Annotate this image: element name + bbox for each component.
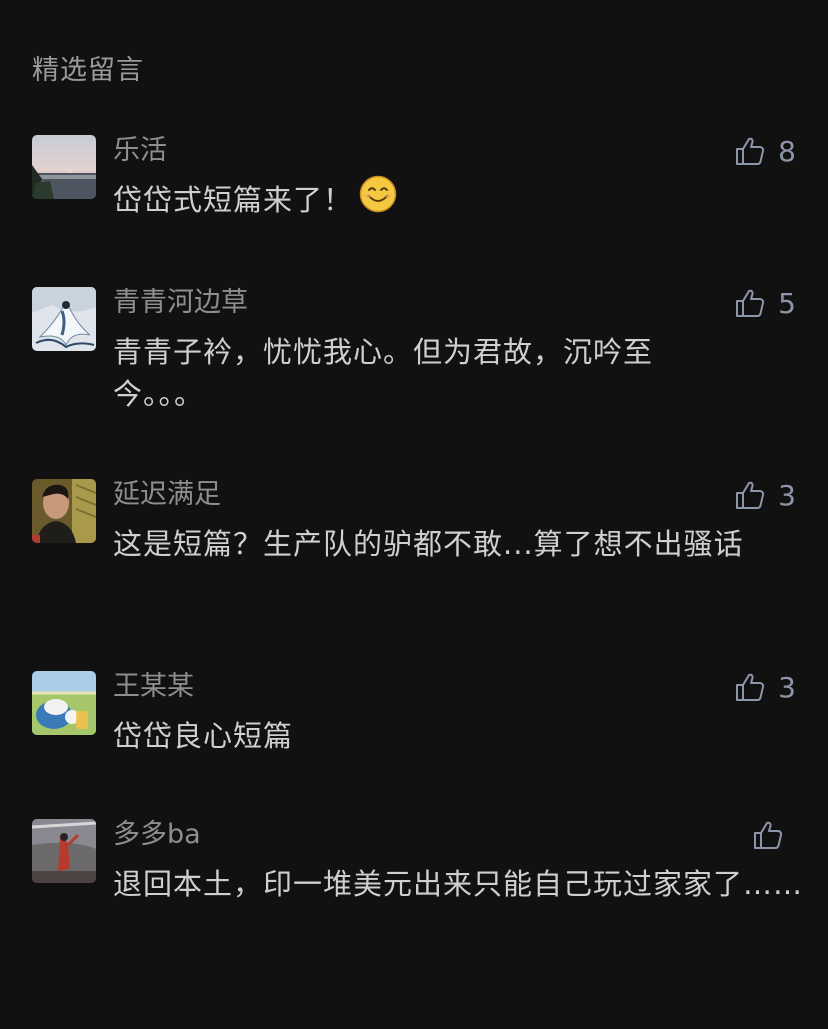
avatar[interactable] bbox=[32, 287, 96, 351]
comment-content: 这是短篇？生产队的驴都不敢...算了想不出骚话 bbox=[113, 527, 744, 561]
like-count: 3 bbox=[778, 670, 796, 704]
thumbs-up-icon bbox=[736, 289, 765, 317]
comment-item: 青青河边草 5 青青子衿，忧忧我心。但为君故，沉吟至今。。。 bbox=[32, 287, 796, 417]
comment-content: 岱岱良心短篇 bbox=[113, 719, 294, 753]
like-count: 3 bbox=[778, 478, 796, 512]
avatar[interactable] bbox=[32, 819, 96, 883]
thumbs-up-icon bbox=[736, 481, 765, 509]
like-button[interactable] bbox=[752, 817, 796, 853]
thumbs-up-icon bbox=[736, 137, 765, 165]
smile-emoji-icon bbox=[359, 175, 397, 224]
comment-content: 岱岱式短篇来了！ bbox=[113, 175, 793, 224]
like-count: 8 bbox=[778, 134, 796, 168]
avatar[interactable] bbox=[32, 135, 96, 199]
comment-item: 乐活 8 岱岱式短篇来了！ bbox=[32, 135, 796, 245]
comment-item: 多多ba 退回本土，印一堆美元出来只能自己玩过家家了…… bbox=[32, 817, 802, 949]
like-button[interactable]: 3 bbox=[734, 669, 796, 705]
avatar[interactable] bbox=[32, 479, 96, 543]
comment-nickname[interactable]: 延迟满足 bbox=[113, 477, 221, 513]
like-button[interactable]: 5 bbox=[734, 285, 796, 321]
thumbs-up-icon bbox=[754, 821, 783, 849]
comment-nickname[interactable]: 乐活 bbox=[113, 133, 167, 169]
like-count: 5 bbox=[778, 286, 796, 320]
avatar[interactable] bbox=[32, 671, 96, 735]
comment-item: 延迟满足 3 这是短篇？生产队的驴都不敢...算了想不出骚话 bbox=[32, 479, 796, 609]
comment-content: 青青子衿，忧忧我心。但为君故，沉吟至今。。。 bbox=[113, 335, 654, 411]
like-button[interactable]: 3 bbox=[734, 477, 796, 513]
comment-nickname[interactable]: 青青河边草 bbox=[113, 285, 248, 321]
comment-content: 退回本土，印一堆美元出来只能自己玩过家家了…… bbox=[113, 867, 804, 901]
comment-item: 王某某 3 岱岱良心短篇 bbox=[32, 671, 796, 761]
comment-nickname[interactable]: 多多ba bbox=[113, 817, 201, 853]
comment-nickname[interactable]: 王某某 bbox=[113, 669, 194, 705]
thumbs-up-icon bbox=[736, 673, 765, 701]
like-button[interactable]: 8 bbox=[734, 133, 796, 169]
section-title: 精选留言 bbox=[32, 55, 144, 86]
